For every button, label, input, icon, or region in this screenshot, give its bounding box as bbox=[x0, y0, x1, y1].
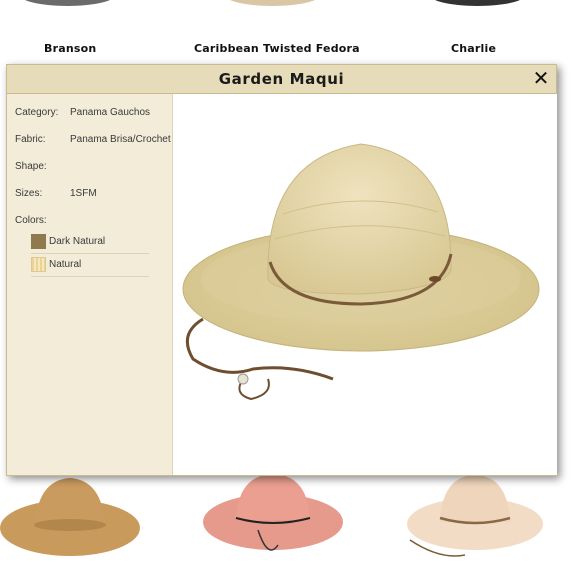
color-name: Natural bbox=[49, 259, 82, 270]
hat-thumbnail-tan[interactable] bbox=[0, 470, 150, 580]
hat-thumbnail-branson[interactable] bbox=[20, 0, 115, 6]
hat-thumbnail-charlie[interactable] bbox=[430, 0, 525, 6]
sizes-value: 1SFM bbox=[70, 188, 97, 199]
color-swatch bbox=[31, 257, 46, 272]
product-name-caribbean-twisted-fedora[interactable]: Caribbean Twisted Fedora bbox=[194, 42, 360, 55]
color-option-dark-natural[interactable]: Dark Natural bbox=[31, 233, 149, 254]
hat-thumbnail-pink[interactable] bbox=[198, 470, 348, 580]
color-name: Dark Natural bbox=[49, 236, 106, 247]
category-label: Category: bbox=[15, 107, 59, 118]
close-icon[interactable]: ✕ bbox=[530, 67, 552, 89]
hat-thumbnail-caribbean[interactable] bbox=[225, 0, 320, 6]
hat-thumbnail-natural[interactable] bbox=[400, 470, 550, 580]
color-option-natural[interactable]: Natural bbox=[31, 256, 149, 277]
fabric-value: Panama Brisa/Crochet bbox=[70, 134, 171, 145]
fabric-label: Fabric: bbox=[15, 134, 46, 145]
sizes-label: Sizes: bbox=[15, 188, 43, 199]
color-swatch bbox=[31, 234, 46, 249]
modal-title: Garden Maqui bbox=[218, 70, 345, 88]
straw-hat-icon bbox=[182, 143, 540, 401]
product-image-panel bbox=[172, 94, 557, 475]
product-quickview-modal: Garden Maqui ✕ Category: Panama Gauchos … bbox=[6, 64, 557, 476]
colors-label: Colors: bbox=[15, 215, 47, 226]
shape-label: Shape: bbox=[15, 161, 47, 172]
product-name-branson[interactable]: Branson bbox=[44, 42, 96, 55]
modal-header: Garden Maqui ✕ bbox=[7, 65, 556, 94]
category-value: Panama Gauchos bbox=[70, 107, 151, 118]
product-name-charlie[interactable]: Charlie bbox=[451, 42, 496, 55]
product-details-sidebar: Category: Panama Gauchos Fabric: Panama … bbox=[7, 94, 172, 475]
